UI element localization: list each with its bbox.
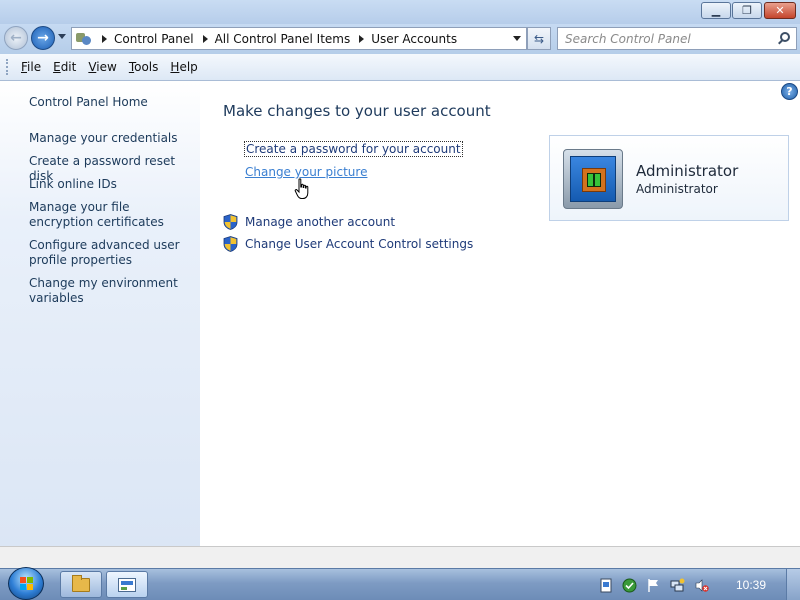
menu-grip bbox=[6, 59, 9, 75]
clock[interactable]: 10:39 bbox=[728, 578, 774, 592]
document-icon[interactable] bbox=[599, 578, 614, 593]
windows-logo-icon bbox=[20, 577, 33, 590]
task-pane bbox=[0, 82, 200, 546]
address-dropdown-icon[interactable] bbox=[513, 36, 521, 41]
breadcrumb-all-items[interactable]: All Control Panel Items bbox=[215, 32, 351, 46]
create-password-link[interactable]: Create a password for your account bbox=[244, 141, 463, 157]
show-desktop-button[interactable] bbox=[786, 569, 800, 600]
link-online-ids-link[interactable]: Link online IDs bbox=[29, 177, 194, 192]
menu-file[interactable]: File bbox=[15, 60, 47, 74]
control-panel-icon bbox=[75, 31, 93, 47]
account-card: Administrator Administrator bbox=[549, 135, 789, 221]
title-bar bbox=[0, 0, 800, 24]
breadcrumb-separator-icon[interactable] bbox=[359, 34, 365, 43]
refresh-icon: ⇆ bbox=[533, 31, 545, 46]
uac-settings-link[interactable]: Change User Account Control settings bbox=[245, 237, 473, 251]
account-name: Administrator bbox=[636, 162, 739, 180]
forward-button[interactable]: → bbox=[31, 26, 55, 50]
breadcrumb-control-panel[interactable]: Control Panel bbox=[114, 32, 194, 46]
control-panel-window-icon bbox=[118, 577, 136, 592]
action-center-flag-icon[interactable] bbox=[646, 578, 661, 593]
forward-arrow-icon: → bbox=[37, 30, 49, 46]
refresh-button[interactable]: ⇆ bbox=[527, 27, 551, 50]
help-icon[interactable]: ? bbox=[781, 83, 798, 100]
address-bar[interactable]: Control Panel All Control Panel Items Us… bbox=[71, 27, 527, 50]
back-arrow-icon: ← bbox=[10, 30, 22, 46]
search-input[interactable] bbox=[565, 28, 775, 49]
avatar[interactable] bbox=[563, 149, 623, 209]
close-button[interactable]: ✕ bbox=[764, 2, 796, 19]
security-shield-icon[interactable] bbox=[622, 578, 637, 593]
recent-pages-dropdown-icon[interactable] bbox=[58, 34, 66, 39]
control-panel-home-link[interactable]: Control Panel Home bbox=[29, 95, 194, 110]
volume-muted-icon[interactable] bbox=[694, 578, 709, 593]
breadcrumb-separator-icon[interactable] bbox=[102, 34, 107, 43]
status-bar bbox=[0, 546, 800, 568]
page-title: Make changes to your user account bbox=[223, 102, 491, 120]
menu-edit[interactable]: Edit bbox=[47, 60, 82, 74]
maximize-button[interactable]: ❐ bbox=[732, 2, 762, 19]
start-button[interactable] bbox=[8, 567, 44, 600]
menu-help[interactable]: Help bbox=[164, 60, 203, 74]
avatar-frame bbox=[582, 168, 606, 192]
change-picture-link[interactable]: Change your picture bbox=[245, 165, 367, 179]
avatar-window-icon bbox=[587, 173, 601, 187]
back-button[interactable]: ← bbox=[4, 26, 28, 50]
breadcrumb-user-accounts[interactable]: User Accounts bbox=[371, 32, 457, 46]
hand-cursor-icon bbox=[294, 178, 309, 199]
navigation-bar: ← → Control Panel All Control Panel Item… bbox=[0, 24, 800, 54]
advanced-profile-link[interactable]: Configure advanced user profile properti… bbox=[29, 238, 194, 268]
network-icon[interactable] bbox=[670, 578, 685, 593]
avatar-picture bbox=[570, 156, 616, 202]
folder-icon bbox=[72, 574, 90, 592]
minimize-button[interactable]: ▁ bbox=[701, 2, 731, 19]
file-encryption-link[interactable]: Manage your file encryption certificates bbox=[29, 200, 194, 230]
search-icon[interactable] bbox=[780, 32, 790, 42]
uac-shield-icon bbox=[223, 236, 238, 252]
taskbar-explorer-button[interactable] bbox=[60, 571, 102, 598]
taskbar-control-panel-button[interactable] bbox=[106, 571, 148, 598]
environment-variables-link[interactable]: Change my environment variables bbox=[29, 276, 194, 306]
account-type: Administrator bbox=[636, 182, 718, 196]
search-box[interactable] bbox=[557, 27, 797, 50]
uac-shield-icon bbox=[223, 214, 238, 230]
menu-view[interactable]: View bbox=[82, 60, 122, 74]
manage-another-account-link[interactable]: Manage another account bbox=[245, 215, 395, 229]
menu-tools[interactable]: Tools bbox=[123, 60, 165, 74]
menu-bar: File Edit View Tools Help bbox=[0, 54, 800, 81]
breadcrumb-separator-icon[interactable] bbox=[202, 34, 208, 43]
manage-credentials-link[interactable]: Manage your credentials bbox=[29, 131, 194, 146]
